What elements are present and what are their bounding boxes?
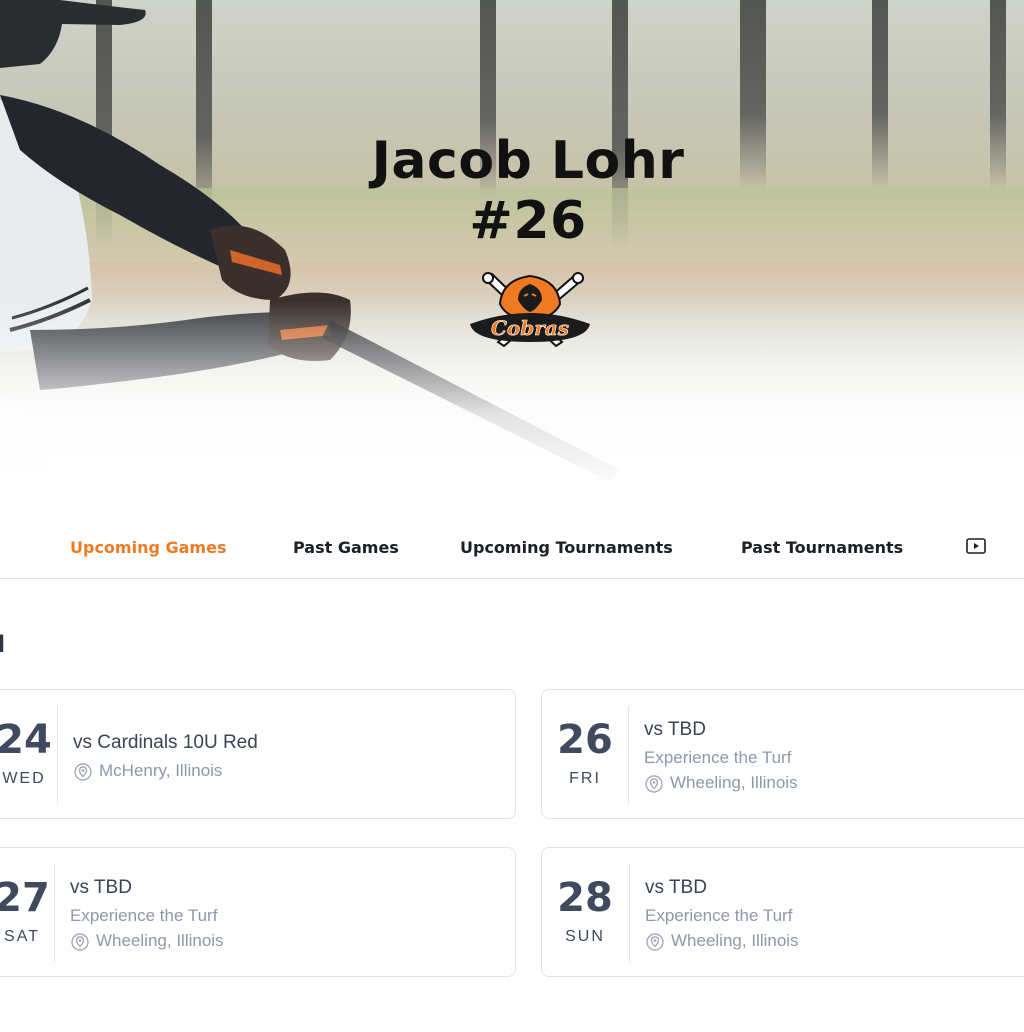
game-weekday: SAT — [4, 928, 40, 945]
game-card[interactable]: 24 WED vs Cardinals 10U Red McHenry, Ill… — [0, 689, 516, 819]
team-logo: Cobras — [470, 272, 590, 348]
game-venue: Experience the Turf — [70, 906, 218, 925]
game-city: Wheeling, Illinois — [671, 931, 799, 950]
month-header: ril — [0, 632, 6, 658]
card-divider — [629, 864, 630, 962]
game-city: Wheeling, Illinois — [96, 931, 224, 950]
game-day: 28 — [557, 875, 613, 921]
game-opponent: vs Cardinals 10U Red — [73, 732, 258, 753]
tab-past-games[interactable]: Past Games — [293, 538, 399, 557]
player-number: #26 — [469, 191, 587, 251]
location-pin-icon — [646, 933, 664, 951]
location-pin-icon — [71, 933, 89, 951]
location-pin-icon — [645, 775, 663, 793]
game-opponent: vs TBD — [644, 719, 706, 740]
game-city: McHenry, Illinois — [99, 761, 223, 780]
game-day: 26 — [557, 717, 613, 763]
video-play-icon[interactable] — [966, 538, 986, 554]
hero-banner: Jacob Lohr #26 Cobras — [0, 0, 1024, 490]
logo-script: Cobras — [491, 316, 569, 340]
card-divider — [57, 706, 58, 804]
game-card[interactable]: 26 FRI vs TBD Experience the Turf Wheeli… — [541, 689, 1024, 819]
game-venue: Experience the Turf — [644, 748, 792, 767]
game-weekday: FRI — [569, 770, 601, 787]
game-weekday: SUN — [565, 928, 605, 945]
tab-upcoming-tournaments[interactable]: Upcoming Tournaments — [460, 538, 673, 557]
game-day: 27 — [0, 875, 50, 921]
game-venue: Experience the Turf — [645, 906, 793, 925]
game-city: Wheeling, Illinois — [670, 773, 798, 792]
game-card[interactable]: 27 SAT vs TBD Experience the Turf Wheeli… — [0, 847, 516, 977]
schedule-tabs: Upcoming Games Past Games Upcoming Tourn… — [0, 522, 1024, 579]
game-opponent: vs TBD — [645, 877, 707, 898]
player-name: Jacob Lohr — [371, 131, 685, 191]
tab-past-tournaments[interactable]: Past Tournaments — [741, 538, 903, 557]
card-divider — [628, 706, 629, 804]
location-pin-icon — [74, 763, 92, 781]
game-opponent: vs TBD — [70, 877, 132, 898]
game-card[interactable]: 28 SUN vs TBD Experience the Turf Wheeli… — [541, 847, 1024, 977]
card-divider — [54, 864, 55, 962]
tab-upcoming-games[interactable]: Upcoming Games — [70, 538, 226, 557]
